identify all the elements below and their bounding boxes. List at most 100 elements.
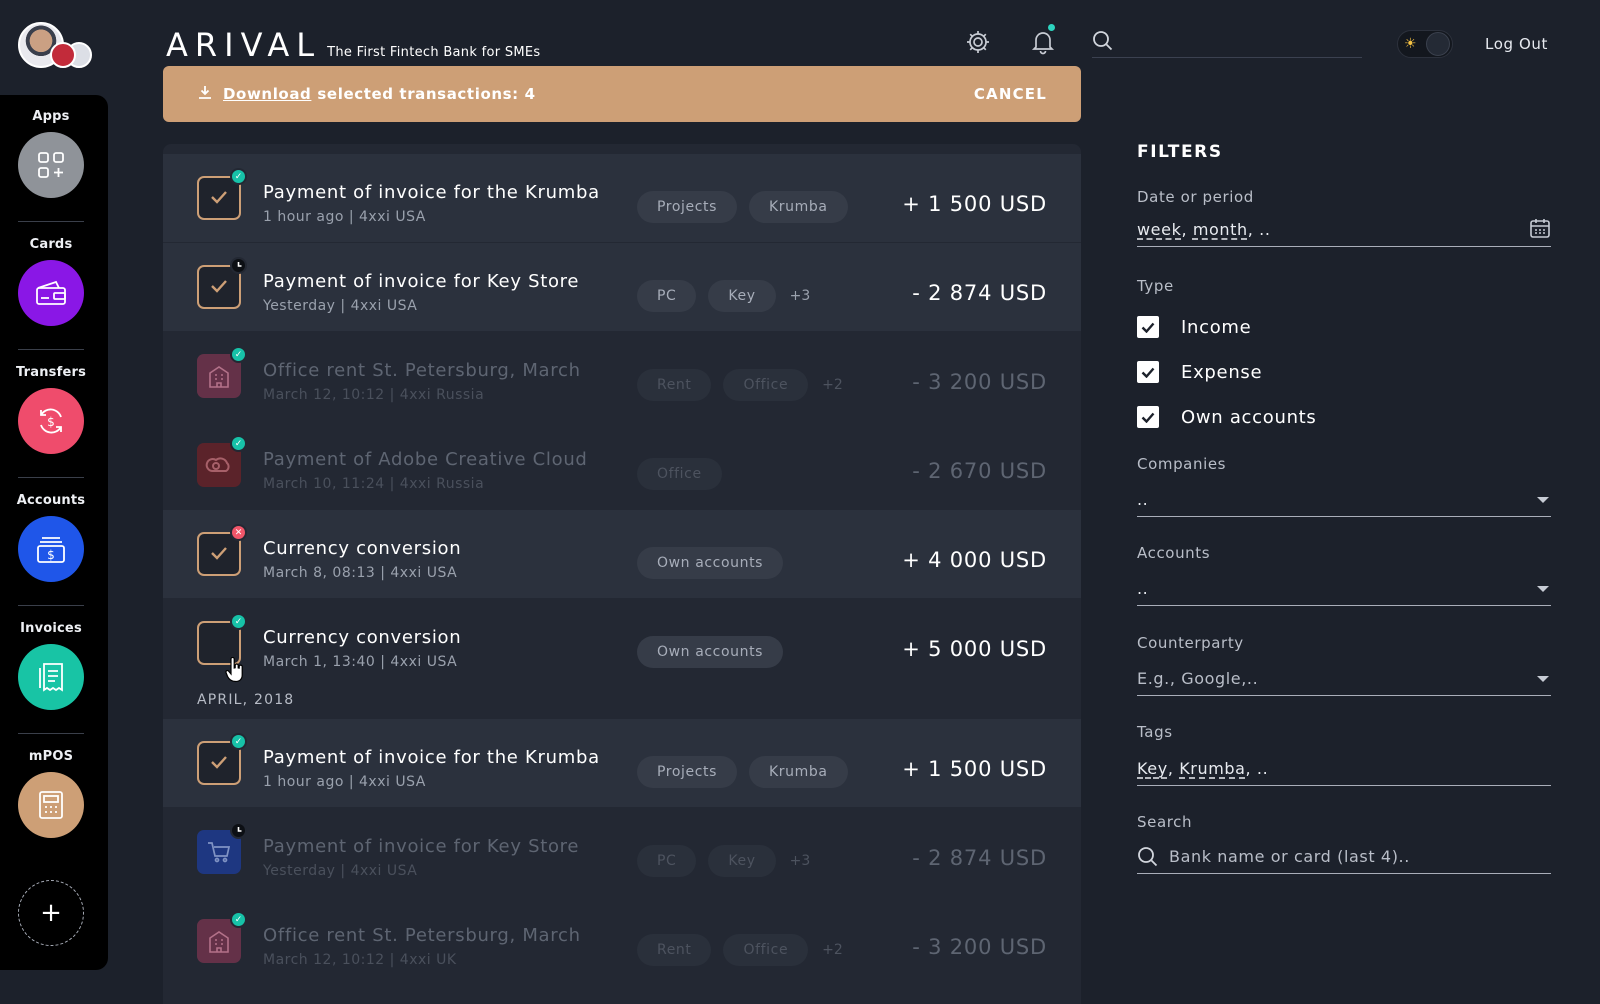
- checkbox-checked-icon[interactable]: [1137, 406, 1159, 428]
- filters-title: FILTERS: [1137, 142, 1223, 162]
- sidebar-item-transfers[interactable]: Transfers $: [0, 365, 102, 454]
- notification-dot: [1048, 24, 1055, 31]
- check-icon: [210, 545, 228, 564]
- transaction-amount: + 1 500 USD: [902, 192, 1047, 216]
- table-row[interactable]: Payment of invoice for Key Store Yesterd…: [163, 808, 1081, 896]
- chevron-down-icon: [1537, 675, 1549, 682]
- download-link[interactable]: Download: [223, 85, 311, 103]
- checkbox-checked-icon[interactable]: [1137, 361, 1159, 383]
- chevron-down-icon: [1537, 585, 1549, 592]
- date-chip[interactable]: month: [1193, 220, 1248, 239]
- sidebar-divider: [18, 605, 84, 606]
- more-tags-count[interactable]: +2: [822, 377, 843, 393]
- sidebar-item-label: Accounts: [16, 493, 86, 508]
- table-row[interactable]: ✓ Currency conversion March 1, 13:40 | 4…: [163, 599, 1081, 687]
- status-pending-clock-icon: [230, 257, 247, 274]
- tag-chip[interactable]: PC: [637, 280, 697, 312]
- check-icon: [210, 754, 228, 773]
- sidebar-item-mpos[interactable]: mPOS: [0, 749, 102, 838]
- tag-chip[interactable]: Krumba: [749, 191, 848, 223]
- invoice-receipt-icon[interactable]: [18, 644, 84, 710]
- transaction-meta: March 12, 10:12 | 4xxi UK: [263, 952, 457, 968]
- status-failed-icon: ✕: [230, 524, 247, 541]
- cancel-button[interactable]: CANCEL: [974, 85, 1047, 103]
- logout-link[interactable]: Log Out: [1485, 35, 1548, 53]
- tag-chip[interactable]: Rent: [637, 934, 712, 966]
- type-label: Type: [1137, 277, 1174, 295]
- type-income-checkbox[interactable]: Income: [1137, 316, 1251, 338]
- transaction-amount: + 4 000 USD: [902, 548, 1047, 572]
- checkbox-label: Own accounts: [1181, 406, 1317, 428]
- wallet-card-icon[interactable]: [18, 260, 84, 326]
- tag-chip[interactable]: Office: [637, 458, 722, 490]
- svg-text:$: $: [47, 415, 55, 429]
- tag-chip[interactable]: Krumba: [749, 756, 848, 788]
- table-row[interactable]: ✓ Office rent St. Petersburg, March Marc…: [163, 332, 1081, 420]
- table-row[interactable]: ✓ Payment of invoice for the Krumba 1 ho…: [163, 719, 1081, 807]
- sidebar-item-invoices[interactable]: Invoices: [0, 621, 102, 710]
- check-icon: [210, 278, 228, 297]
- global-search-input[interactable]: [1092, 28, 1362, 58]
- more-tags-count[interactable]: +2: [822, 942, 843, 958]
- tag-chip[interactable]: Office: [723, 369, 809, 401]
- counterparty-select[interactable]: E.g., Google,..: [1137, 662, 1551, 696]
- table-row[interactable]: ✓ Payment of invoice for the Krumba 1 ho…: [163, 154, 1081, 242]
- company-avatar[interactable]: [50, 42, 76, 68]
- tag-chip[interactable]: Own accounts: [637, 547, 784, 579]
- user-avatar-group[interactable]: [18, 22, 94, 70]
- bell-icon[interactable]: [1030, 28, 1058, 56]
- add-app-button[interactable]: +: [18, 880, 84, 946]
- sidebar-divider: [18, 733, 84, 734]
- companies-label: Companies: [1137, 455, 1227, 473]
- logo-text: ARIVAL: [166, 26, 322, 64]
- sidebar-item-cards[interactable]: Cards: [0, 237, 102, 326]
- tags-more: ..: [1256, 759, 1269, 778]
- tags-field[interactable]: Key, Krumba, ..: [1137, 752, 1551, 786]
- tag-chip[interactable]: PC: [637, 845, 697, 877]
- gear-icon[interactable]: [964, 28, 992, 56]
- checkbox-checked-icon[interactable]: [1137, 316, 1159, 338]
- accounts-value: ..: [1137, 579, 1149, 598]
- search-label: Search: [1137, 813, 1193, 831]
- tag-chip[interactable]: Projects: [637, 191, 737, 223]
- table-row[interactable]: Payment of invoice for Key Store Yesterd…: [163, 243, 1081, 331]
- more-tags-count[interactable]: +3: [790, 288, 811, 304]
- date-chip[interactable]: week: [1137, 220, 1181, 239]
- transfer-dollar-icon[interactable]: $: [18, 388, 84, 454]
- calendar-icon[interactable]: [1529, 217, 1551, 243]
- tag-chip[interactable]: Office: [723, 934, 809, 966]
- status-completed-icon: ✓: [230, 435, 247, 452]
- date-period-field[interactable]: week, month, ..: [1137, 213, 1551, 247]
- pos-terminal-icon[interactable]: [18, 772, 84, 838]
- sidebar-item-label: Invoices: [20, 621, 82, 636]
- table-row[interactable]: ✓ Payment of Adobe Creative Cloud March …: [163, 421, 1081, 509]
- companies-select[interactable]: ..: [1137, 483, 1551, 517]
- type-expense-checkbox[interactable]: Expense: [1137, 361, 1262, 383]
- accounts-select[interactable]: ..: [1137, 572, 1551, 606]
- tag-chip[interactable]: Key: [1137, 759, 1168, 778]
- tag-chip[interactable]: Krumba: [1179, 759, 1245, 778]
- check-icon: [210, 189, 228, 208]
- brand-logo[interactable]: ARIVAL The First Fintech Bank for SMEs: [166, 26, 540, 64]
- tag-chip[interactable]: Rent: [637, 369, 712, 401]
- table-row[interactable]: ✓ Office rent St. Petersburg, March Marc…: [163, 897, 1081, 985]
- apps-grid-icon[interactable]: [18, 132, 84, 198]
- table-row[interactable]: ✕ Currency conversion March 8, 08:13 | 4…: [163, 510, 1081, 598]
- tag-chip[interactable]: Own accounts: [637, 636, 784, 668]
- sidebar-item-apps[interactable]: Apps: [0, 109, 102, 198]
- tag-chip[interactable]: Key: [708, 280, 776, 312]
- tag-chip[interactable]: Key: [708, 845, 776, 877]
- hand-cursor-icon: [225, 656, 245, 683]
- sidebar-item-label: Cards: [29, 237, 73, 252]
- tag-list: Own accounts: [637, 547, 795, 579]
- more-tags-count[interactable]: +3: [790, 853, 811, 869]
- transaction-title: Payment of invoice for Key Store: [263, 836, 580, 857]
- type-own-accounts-checkbox[interactable]: Own accounts: [1137, 406, 1317, 428]
- sidebar-item-accounts[interactable]: Accounts $: [0, 493, 102, 582]
- bank-search-input[interactable]: Bank name or card (last 4)..: [1137, 840, 1551, 874]
- theme-toggle[interactable]: ☀: [1397, 30, 1453, 58]
- accounts-dollar-icon[interactable]: $: [18, 516, 84, 582]
- transaction-meta: 1 hour ago | 4xxi USA: [263, 209, 426, 225]
- transaction-title: Currency conversion: [263, 627, 462, 648]
- tag-chip[interactable]: Projects: [637, 756, 737, 788]
